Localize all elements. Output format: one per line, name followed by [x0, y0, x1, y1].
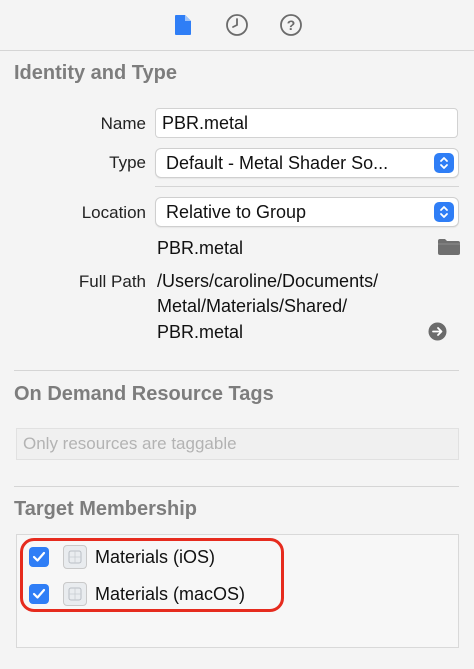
- full-path-line-2: Metal/Materials/Shared/: [157, 296, 348, 316]
- name-field[interactable]: PBR.metal: [155, 108, 458, 138]
- popup-stepper-icon: [434, 202, 454, 222]
- target-checkbox-ios[interactable]: [29, 547, 49, 567]
- target-membership-list: Materials (iOS) Materials (macOS): [16, 534, 459, 648]
- full-path-line-3: PBR.metal: [157, 322, 244, 342]
- help-inspector-icon[interactable]: ?: [278, 12, 304, 38]
- section-title-identity: Identity and Type: [14, 62, 177, 84]
- target-label-ios: Materials (iOS): [95, 546, 216, 567]
- type-popup[interactable]: Default - Metal Shader So...: [155, 148, 459, 178]
- location-popup[interactable]: Relative to Group: [155, 197, 459, 227]
- section-title-target-membership: Target Membership: [14, 498, 197, 520]
- inspector-toolbar: ?: [0, 0, 474, 50]
- target-label-macos: Materials (macOS): [95, 583, 246, 604]
- popup-stepper-icon: [434, 153, 454, 173]
- section-title-on-demand: On Demand Resource Tags: [14, 383, 274, 405]
- file-name-text: PBR.metal: [157, 238, 244, 258]
- section-divider-1: [14, 370, 459, 371]
- identity-divider: [155, 186, 459, 187]
- target-row-ios[interactable]: Materials (iOS): [29, 544, 215, 570]
- full-path-label: Full Path: [78, 272, 146, 291]
- full-path-line-1: /Users/caroline/Documents/: [157, 271, 379, 291]
- target-checkbox-macos[interactable]: [29, 584, 49, 604]
- history-inspector-icon[interactable]: [224, 12, 250, 38]
- file-inspector-icon[interactable]: [170, 12, 196, 38]
- section-divider-2: [14, 486, 459, 487]
- type-label: Type: [109, 153, 146, 172]
- svg-text:?: ?: [287, 17, 296, 33]
- toolbar-divider: [0, 50, 474, 51]
- target-row-macos[interactable]: Materials (macOS): [29, 581, 245, 607]
- folder-icon[interactable]: [437, 238, 461, 261]
- app-target-icon: [63, 545, 87, 569]
- location-popup-value: Relative to Group: [166, 202, 307, 222]
- name-label: Name: [100, 114, 146, 133]
- type-popup-value: Default - Metal Shader So...: [166, 153, 389, 173]
- app-target-icon: [63, 582, 87, 606]
- resource-tags-field: Only resources are taggable: [16, 428, 459, 460]
- location-label: Location: [81, 203, 146, 222]
- reveal-in-finder-arrow-icon[interactable]: [428, 322, 447, 346]
